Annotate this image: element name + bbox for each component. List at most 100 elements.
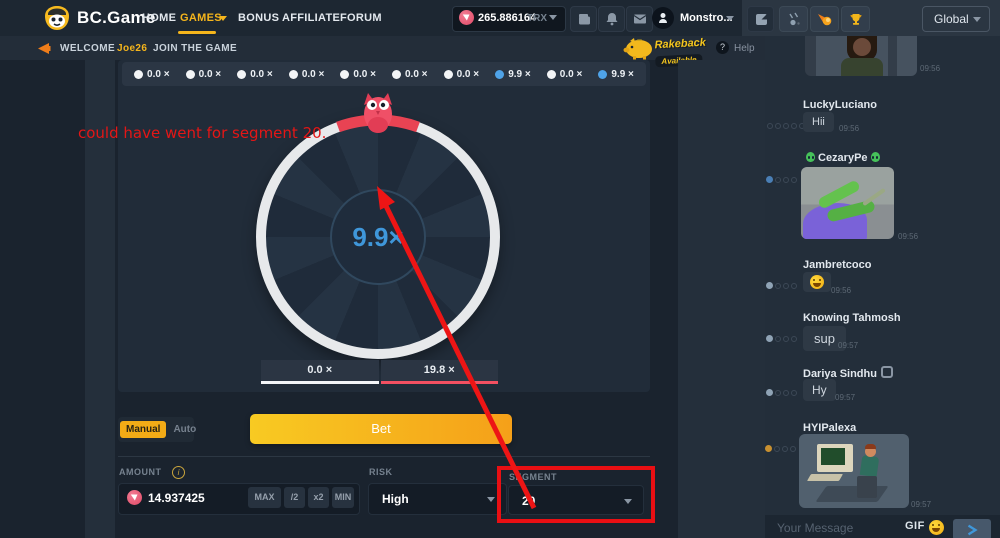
segment-caret-icon: [624, 499, 632, 504]
user-badges: [766, 282, 797, 289]
history-dot: [598, 70, 607, 79]
history-chip[interactable]: 0.0 ×: [444, 69, 480, 80]
channel-caret-icon: [973, 17, 981, 22]
history-dot: [237, 70, 246, 79]
chat-avatar[interactable]: [769, 308, 795, 334]
chat-trophy-button[interactable]: [841, 6, 870, 32]
chat-username[interactable]: Jambretcoco: [803, 259, 871, 271]
history-chip[interactable]: 0.0 ×: [186, 69, 222, 80]
amount-min-button[interactable]: MIN: [332, 487, 354, 508]
message-time: 09:57: [835, 393, 855, 402]
nav-games[interactable]: GAMES: [180, 12, 222, 24]
chat-avatar[interactable]: [769, 95, 795, 121]
username-label[interactable]: Monstro...: [680, 12, 733, 24]
history-chip[interactable]: 0.0 ×: [340, 69, 376, 80]
chat-message-bubble: Hy: [803, 379, 836, 401]
bet-button[interactable]: Bet: [250, 414, 512, 444]
history-chip[interactable]: 0.0 ×: [289, 69, 325, 80]
chat-avatar[interactable]: [769, 362, 795, 388]
chat-avatar[interactable]: [769, 418, 795, 444]
history-dot: [392, 70, 401, 79]
bell-icon: [603, 10, 621, 28]
message-time: 09:56: [898, 232, 918, 241]
welcome-suffix: JOIN THE GAME: [153, 43, 237, 54]
bcgame-app: BC.Game HOME GAMES BONUS AFFILIATE FORUM…: [0, 0, 1000, 538]
nav-affiliate[interactable]: AFFILIATE: [282, 12, 340, 24]
chat-rain-button[interactable]: [779, 6, 808, 32]
send-message-button[interactable]: [953, 519, 991, 538]
chat-avatar[interactable]: [769, 255, 795, 281]
nav-home[interactable]: HOME: [142, 12, 176, 24]
chat-toggle-button[interactable]: [747, 6, 774, 32]
nav-active-underline: [178, 31, 216, 34]
nav-bonus[interactable]: BONUS: [238, 12, 279, 24]
notifications-button[interactable]: [598, 6, 625, 32]
mode-auto-button[interactable]: Auto: [166, 421, 203, 438]
user-badges: [765, 445, 796, 452]
chat-message-bubble: [803, 272, 831, 292]
history-chip[interactable]: 0.0 ×: [392, 69, 428, 80]
segment-select[interactable]: 20: [508, 485, 644, 515]
chat-gif-computer[interactable]: [799, 434, 909, 508]
history-chip[interactable]: 0.0 ×: [237, 69, 273, 80]
tab-result-high[interactable]: 19.8 ×: [381, 360, 499, 381]
user-badges: [767, 123, 805, 129]
mail-button[interactable]: [626, 6, 653, 32]
history-chip[interactable]: 9.9 ×: [495, 69, 531, 80]
send-arrow-icon: [965, 523, 979, 537]
fireball-icon: [817, 11, 833, 27]
charm-icon: [881, 366, 893, 378]
history-chip[interactable]: 9.9 ×: [598, 69, 634, 80]
history-dot: [444, 70, 453, 79]
help-icon[interactable]: [716, 41, 729, 54]
amount-double-button[interactable]: x2: [308, 487, 329, 508]
user-badges: [766, 389, 797, 396]
amount-value: 14.937425: [148, 491, 205, 505]
message-time: 09:56: [920, 64, 940, 73]
chat-username[interactable]: CezaryPe: [803, 152, 883, 164]
chat-gif-lizards[interactable]: [801, 167, 894, 239]
balance-currency[interactable]: TRX: [527, 13, 547, 24]
multiplier-history: 0.0 × 0.0 × 0.0 × 0.0 × 0.0 × 0.0 × 0.0 …: [122, 62, 646, 86]
alien-icon: [871, 152, 880, 162]
rain-icon: [786, 11, 802, 27]
welcome-prefix: WELCOME: [60, 43, 115, 54]
history-chip[interactable]: 0.0 ×: [134, 69, 170, 80]
tab-underline: [261, 381, 379, 384]
chat-message-bubble: Hii: [803, 112, 834, 132]
result-tabs: 0.0 × 19.8 ×: [261, 360, 498, 381]
trophy-icon: [848, 11, 864, 27]
risk-label: RISK: [369, 467, 393, 477]
bcgame-logo-icon[interactable]: [44, 5, 70, 36]
wallet-button[interactable]: [570, 6, 597, 32]
chat-username[interactable]: HYIPalexa: [803, 422, 856, 434]
chat-channel-select[interactable]: Global: [922, 6, 990, 32]
chat-username[interactable]: Dariya Sindhu: [803, 366, 893, 380]
history-chip[interactable]: 0.0 ×: [547, 69, 583, 80]
amount-half-button[interactable]: /2: [284, 487, 305, 508]
wheel-result-multiplier: 9.9×: [330, 189, 426, 285]
user-avatar[interactable]: [652, 7, 674, 29]
segment-value: 20: [522, 494, 535, 508]
chat-message-input[interactable]: [775, 518, 899, 538]
tab-result-low[interactable]: 0.0 ×: [261, 360, 379, 381]
mode-manual-button[interactable]: Manual: [120, 421, 166, 438]
chat-avatar[interactable]: [769, 148, 795, 174]
message-time: 09:57: [838, 341, 858, 350]
right-strip: [678, 60, 765, 538]
nav-forum[interactable]: FORUM: [340, 12, 382, 24]
alien-icon: [806, 152, 815, 162]
chat-gif-portrait[interactable]: [805, 36, 917, 76]
emoji-picker-icon[interactable]: [929, 520, 944, 535]
chat-fireball-button[interactable]: [810, 6, 839, 32]
gif-button[interactable]: GIF: [905, 520, 925, 532]
risk-select[interactable]: High: [368, 483, 507, 515]
history-dot: [495, 70, 504, 79]
risk-value: High: [382, 492, 409, 506]
chat-username[interactable]: LuckyLuciano: [803, 99, 877, 111]
amount-info-icon[interactable]: [172, 466, 185, 479]
help-label[interactable]: Help: [734, 43, 755, 54]
chat-username[interactable]: Knowing Tahmosh: [803, 312, 901, 324]
amount-max-button[interactable]: MAX: [248, 487, 281, 508]
history-dot: [134, 70, 143, 79]
